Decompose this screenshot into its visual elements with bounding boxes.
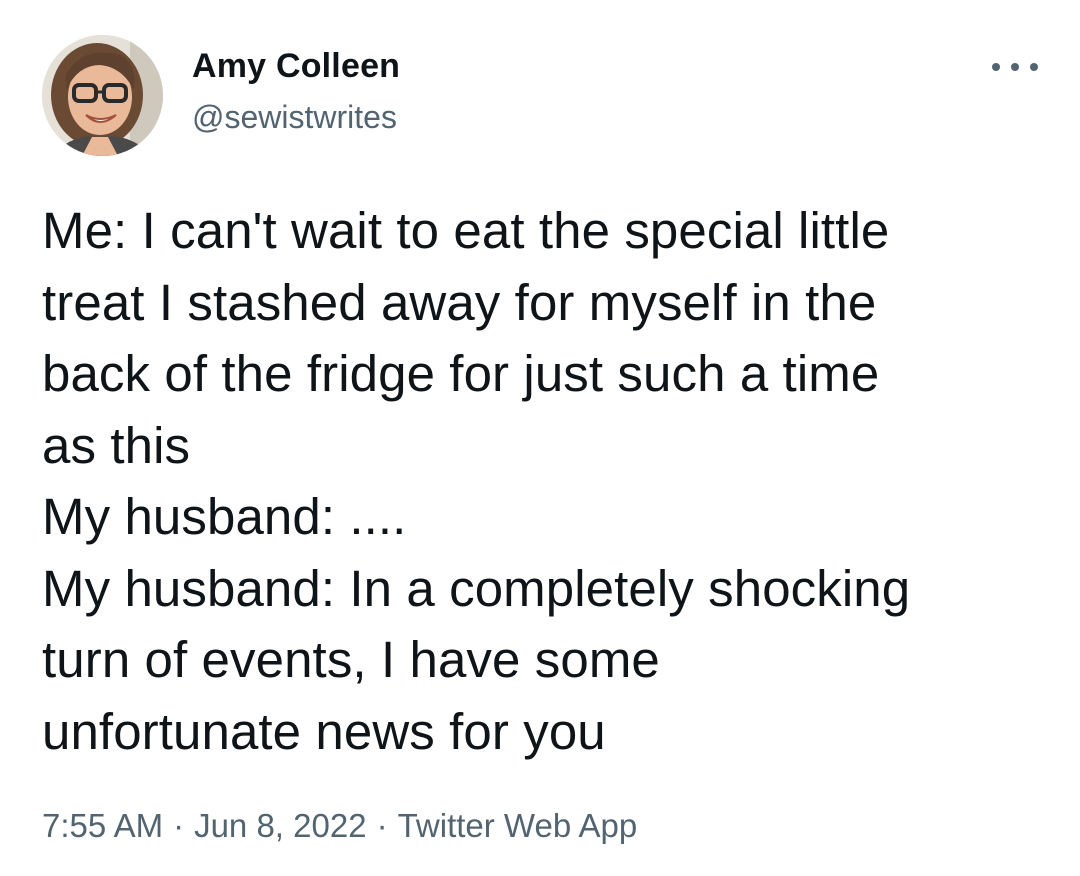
profile-photo-icon	[42, 35, 163, 156]
tweet-timestamp-date[interactable]: Jun 8, 2022	[194, 807, 366, 844]
tweet-card: Amy Colleen @sewistwrites Me: I can't wa…	[0, 0, 1080, 876]
tweet-text: Me: I can't wait to eat the special litt…	[42, 202, 911, 760]
more-options-button[interactable]	[992, 50, 1038, 84]
separator: ·	[173, 807, 185, 844]
more-horizontal-icon	[1011, 63, 1019, 71]
author-handle[interactable]: @sewistwrites	[192, 95, 397, 139]
author-display-name[interactable]: Amy Colleen	[192, 44, 400, 88]
avatar[interactable]	[42, 35, 163, 156]
more-horizontal-icon	[1030, 63, 1038, 71]
tweet-timestamp-time[interactable]: 7:55 AM	[42, 807, 163, 844]
separator: ·	[376, 807, 388, 844]
tweet-source-link[interactable]: Twitter Web App	[398, 807, 638, 844]
tweet-metadata: 7:55 AM · Jun 8, 2022 · Twitter Web App	[42, 803, 637, 849]
more-horizontal-icon	[992, 63, 1000, 71]
